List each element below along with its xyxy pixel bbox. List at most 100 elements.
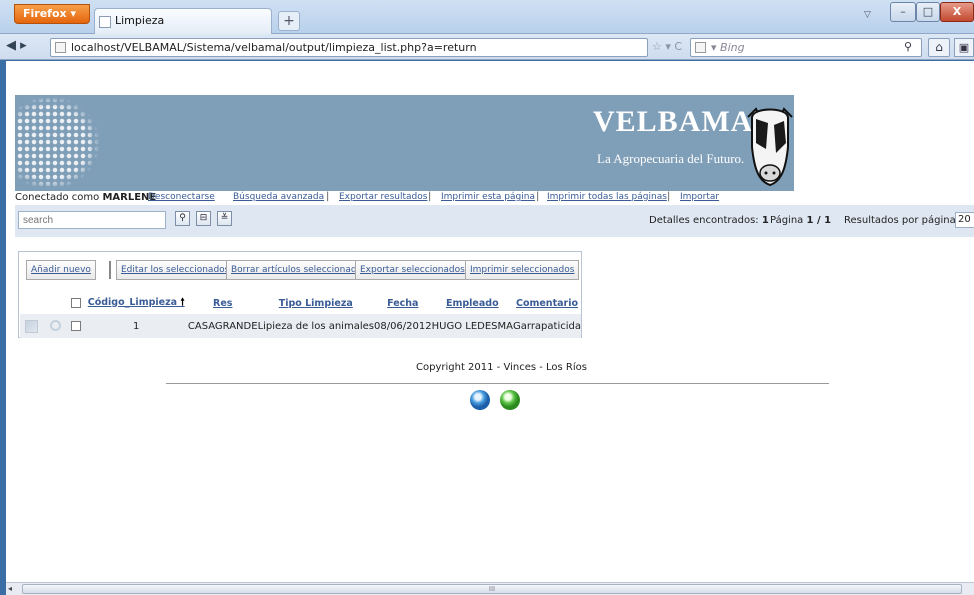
header-fecha[interactable]: Fecha xyxy=(374,292,432,314)
logout-link[interactable]: Desconectarse xyxy=(148,192,215,202)
page-label: Página xyxy=(770,215,804,226)
header-res-label: Res xyxy=(213,297,233,309)
navigation-toolbar: ◀ ▸ localhost/VELBAMAL/Sistema/velbamal/… xyxy=(0,34,974,60)
header-codigo-label: Código_Limpieza xyxy=(87,296,178,308)
print-selected-label: Imprimir seleccionados xyxy=(470,265,575,275)
import-link[interactable]: Importar xyxy=(680,192,719,202)
table-header-row: Código_Limpieza 🠕 Res Tipo Limpieza Fech… xyxy=(20,292,581,314)
cell-res: CASAGRANDE xyxy=(187,314,258,338)
cell-codigo: 1 xyxy=(84,314,188,338)
records-grid-panel: Añadir nuevo Editar los seleccionados Bo… xyxy=(18,251,582,338)
home-icon[interactable]: ⌂ xyxy=(928,38,950,57)
cell-comentario: Garrapaticida xyxy=(512,314,581,338)
bookmarks-icon[interactable]: ▣ xyxy=(954,38,974,57)
header-banner: VELBAMAL La Agropecuaria del Futuro. xyxy=(15,95,794,191)
results-per-page-select[interactable]: 20 ▾ xyxy=(955,212,974,228)
snake-pattern-logo xyxy=(17,97,99,189)
results-per-page-label: Resultados por página: xyxy=(844,215,960,226)
records-found-label: Detalles encontrados: xyxy=(649,215,759,226)
header-view-col xyxy=(43,292,68,314)
cow-head-logo xyxy=(747,107,793,187)
site-identity-icon xyxy=(55,42,66,53)
view-icon[interactable] xyxy=(49,320,61,332)
header-fecha-label: Fecha xyxy=(387,297,419,309)
header-empleado[interactable]: Empleado xyxy=(432,292,513,314)
cell-fecha: 08/06/2012 xyxy=(373,314,432,338)
export-results-link[interactable]: Exportar resultados xyxy=(339,192,427,202)
row-checkbox[interactable] xyxy=(70,320,81,331)
footer-divider xyxy=(166,383,829,384)
search-engine-name: Bing xyxy=(720,41,745,54)
sort-ascending-icon: 🠕 xyxy=(180,296,185,308)
cell-empleado: HUGO LEDESMA xyxy=(431,314,513,338)
records-found: Detalles encontrados: 1 xyxy=(649,215,769,226)
search-engine-icon xyxy=(695,42,706,53)
page-icon xyxy=(99,16,111,28)
header-tipo-limpieza[interactable]: Tipo Limpieza xyxy=(258,292,374,314)
list-tabs-icon[interactable]: ▽ xyxy=(864,10,871,20)
delete-selected-button[interactable]: Borrar artículos seleccionados xyxy=(226,260,372,280)
reload-icon[interactable]: ☆ ▾ C xyxy=(652,40,682,53)
tab-title: Limpieza xyxy=(115,14,165,27)
row-view-cell xyxy=(42,314,68,338)
print-selected-button[interactable]: Imprimir seleccionados xyxy=(465,260,580,280)
connected-as-label: Conectado como xyxy=(15,192,100,203)
tab-limpieza[interactable]: Limpieza xyxy=(94,8,272,34)
copyright-text: Copyright 2011 - Vinces - Los Ríos xyxy=(416,362,587,373)
blue-badge-icon[interactable] xyxy=(470,390,490,410)
show-all-icon[interactable]: ⊟ xyxy=(196,211,211,226)
records-found-count: 1 xyxy=(761,215,769,226)
web-search-input[interactable]: ▾ Bing xyxy=(690,38,922,57)
scrollbar-thumb[interactable]: III xyxy=(22,584,962,594)
search-icon[interactable]: ⚲ xyxy=(904,40,912,53)
new-tab-button[interactable]: + xyxy=(278,11,300,31)
firefox-menu-label: Firefox xyxy=(23,7,67,20)
close-button[interactable]: X xyxy=(940,2,974,22)
print-page-link[interactable]: Imprimir esta página xyxy=(441,192,535,202)
green-badge-icon[interactable] xyxy=(500,390,520,410)
page-value: 1 / 1 xyxy=(806,215,832,226)
header-edit-col xyxy=(20,292,43,314)
delete-selected-label: Borrar artículos seleccionados xyxy=(231,265,367,275)
link-separator: | xyxy=(536,191,540,202)
url-bar[interactable]: localhost/VELBAMAL/Sistema/velbamal/outp… xyxy=(50,38,648,57)
back-forward-buttons[interactable]: ◀ ▸ xyxy=(6,38,46,56)
cell-tipo-limpieza: Lipieza de los animales xyxy=(257,314,374,338)
expand-search-icon[interactable]: ≚ xyxy=(217,211,232,226)
print-all-pages-link[interactable]: Imprimir todas las páginas xyxy=(547,192,667,202)
page-viewport: VELBAMAL La Agropecuaria del Futuro. Con… xyxy=(6,61,974,582)
maximize-button[interactable]: □ xyxy=(916,2,940,22)
records-table: Código_Limpieza 🠕 Res Tipo Limpieza Fech… xyxy=(20,292,581,338)
horizontal-scrollbar[interactable]: ◂ III xyxy=(6,582,974,595)
search-icon[interactable]: ⚲ xyxy=(175,211,190,226)
export-selected-label: Exportar seleccionados xyxy=(360,265,465,275)
link-separator: | xyxy=(667,191,671,202)
edit-selected-button[interactable]: Editar los seleccionados xyxy=(116,260,235,280)
url-text: localhost/VELBAMAL/Sistema/velbamal/outp… xyxy=(71,41,477,54)
header-comentario[interactable]: Comentario xyxy=(513,292,581,314)
header-empleado-label: Empleado xyxy=(445,297,499,309)
search-input[interactable] xyxy=(18,211,166,229)
row-edit-cell xyxy=(20,314,43,338)
minimize-button[interactable]: – xyxy=(890,2,916,22)
page-indicator: Página 1 / 1 xyxy=(770,215,831,226)
link-separator: | xyxy=(428,191,432,202)
action-separator xyxy=(109,261,111,279)
header-res[interactable]: Res xyxy=(188,292,258,314)
edit-icon[interactable] xyxy=(24,319,38,333)
row-select-cell xyxy=(67,314,85,338)
add-new-button[interactable]: Añadir nuevo xyxy=(26,260,96,280)
browser-titlebar: Firefox ▾ Limpieza + ▽ – □ X xyxy=(0,0,974,34)
export-selected-button[interactable]: Exportar seleccionados xyxy=(355,260,470,280)
header-codigo[interactable]: Código_Limpieza 🠕 xyxy=(85,292,188,314)
advanced-search-link[interactable]: Búsqueda avanzada xyxy=(233,192,324,202)
firefox-menu-button[interactable]: Firefox ▾ xyxy=(14,4,90,24)
select-all-checkbox[interactable] xyxy=(70,298,81,308)
header-select-all xyxy=(67,292,84,314)
scroll-left-arrow-icon[interactable]: ◂ xyxy=(8,584,20,594)
search-toolbar: ⚲ ⊟ ≚ Detalles encontrados: 1 Página 1 /… xyxy=(15,205,974,237)
edit-selected-label: Editar los seleccionados xyxy=(121,265,230,275)
link-separator: | xyxy=(326,191,330,202)
results-per-page-value: 20 xyxy=(958,214,971,225)
header-comentario-label: Comentario xyxy=(515,297,578,309)
